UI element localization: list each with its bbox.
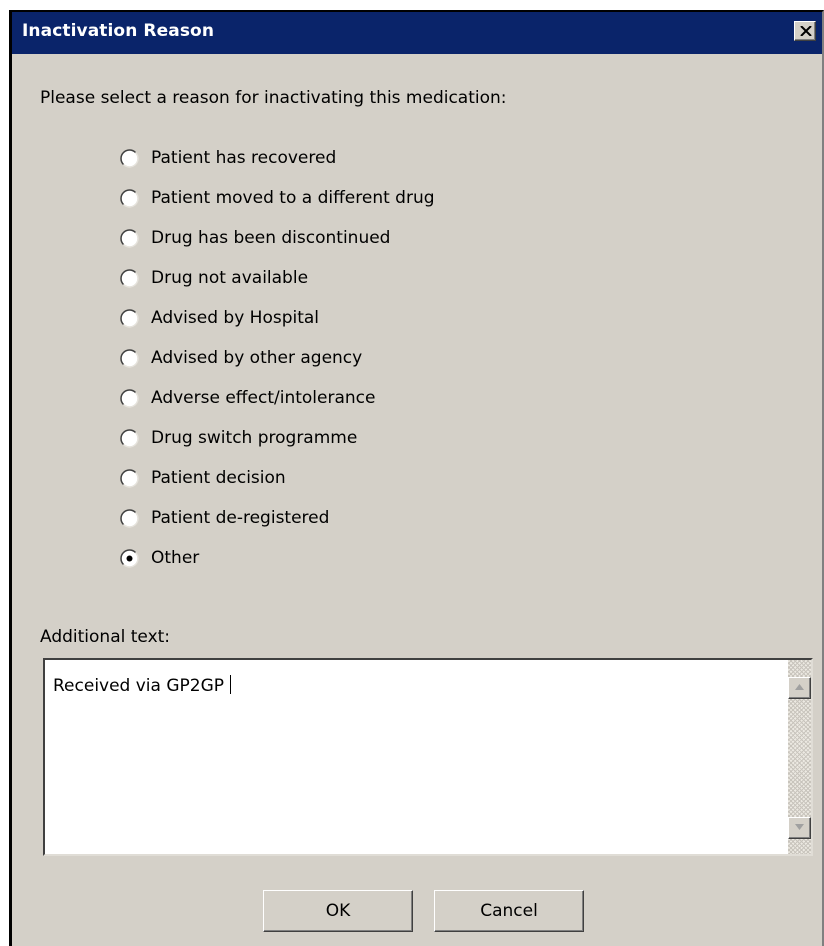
reason-option[interactable]: Other	[120, 538, 435, 578]
additional-text-label: Additional text:	[40, 627, 171, 647]
radio-unselected-icon[interactable]	[120, 228, 139, 248]
additional-text-value: Received via GP2GP	[53, 676, 225, 696]
radio-unselected-icon[interactable]	[120, 148, 139, 168]
dialog-title: Inactivation Reason	[22, 21, 215, 41]
reason-label: Drug not available	[151, 268, 309, 288]
vertical-scrollbar[interactable]	[788, 660, 811, 854]
additional-text-content: Received via GP2GP	[53, 675, 232, 696]
reason-label: Advised by Hospital	[151, 308, 320, 328]
radio-unselected-icon[interactable]	[120, 468, 139, 488]
text-caret	[230, 675, 232, 694]
reason-option[interactable]: Patient moved to a different drug	[120, 178, 435, 218]
reason-label: Advised by other agency	[151, 348, 363, 368]
reason-label: Patient has recovered	[151, 148, 337, 168]
radio-unselected-icon[interactable]	[120, 268, 139, 288]
arrow-up-icon	[795, 684, 804, 690]
reason-label: Drug switch programme	[151, 428, 358, 448]
close-x-icon	[800, 26, 812, 36]
reason-option[interactable]: Advised by Hospital	[120, 298, 435, 338]
reason-label: Adverse effect/intolerance	[151, 388, 376, 408]
reason-option[interactable]: Patient has recovered	[120, 138, 435, 178]
reason-option[interactable]: Drug not available	[120, 258, 435, 298]
instruction-text: Please select a reason for inactivating …	[40, 88, 507, 108]
reason-option[interactable]: Adverse effect/intolerance	[120, 378, 435, 418]
reason-label: Other	[151, 548, 200, 568]
radio-unselected-icon[interactable]	[120, 388, 139, 408]
reason-label: Patient decision	[151, 468, 286, 488]
radio-unselected-icon[interactable]	[120, 308, 139, 328]
reason-label: Patient de-registered	[151, 508, 330, 528]
additional-text-field[interactable]: Received via GP2GP	[43, 658, 813, 856]
reason-label: Drug has been discontinued	[151, 228, 391, 248]
cancel-button[interactable]: Cancel	[434, 890, 584, 932]
radio-unselected-icon[interactable]	[120, 428, 139, 448]
reason-option[interactable]: Drug has been discontinued	[120, 218, 435, 258]
title-bar[interactable]: Inactivation Reason	[12, 12, 822, 54]
reason-option[interactable]: Patient de-registered	[120, 498, 435, 538]
radio-unselected-icon[interactable]	[120, 348, 139, 368]
radio-unselected-icon[interactable]	[120, 188, 139, 208]
close-button[interactable]	[794, 21, 816, 41]
inactivation-reason-dialog: Inactivation Reason Please select a reas…	[9, 10, 824, 946]
reason-option[interactable]: Patient decision	[120, 458, 435, 498]
reason-label: Patient moved to a different drug	[151, 188, 435, 208]
arrow-down-icon	[795, 824, 804, 830]
radio-unselected-icon[interactable]	[120, 508, 139, 528]
ok-button[interactable]: OK	[263, 890, 413, 932]
reason-radio-group: Patient has recovered Patient moved to a …	[120, 138, 435, 578]
scroll-down-button[interactable]	[788, 817, 811, 839]
reason-option[interactable]: Advised by other agency	[120, 338, 435, 378]
reason-option[interactable]: Drug switch programme	[120, 418, 435, 458]
scroll-up-button[interactable]	[788, 677, 811, 699]
radio-selected-icon[interactable]	[120, 548, 139, 568]
